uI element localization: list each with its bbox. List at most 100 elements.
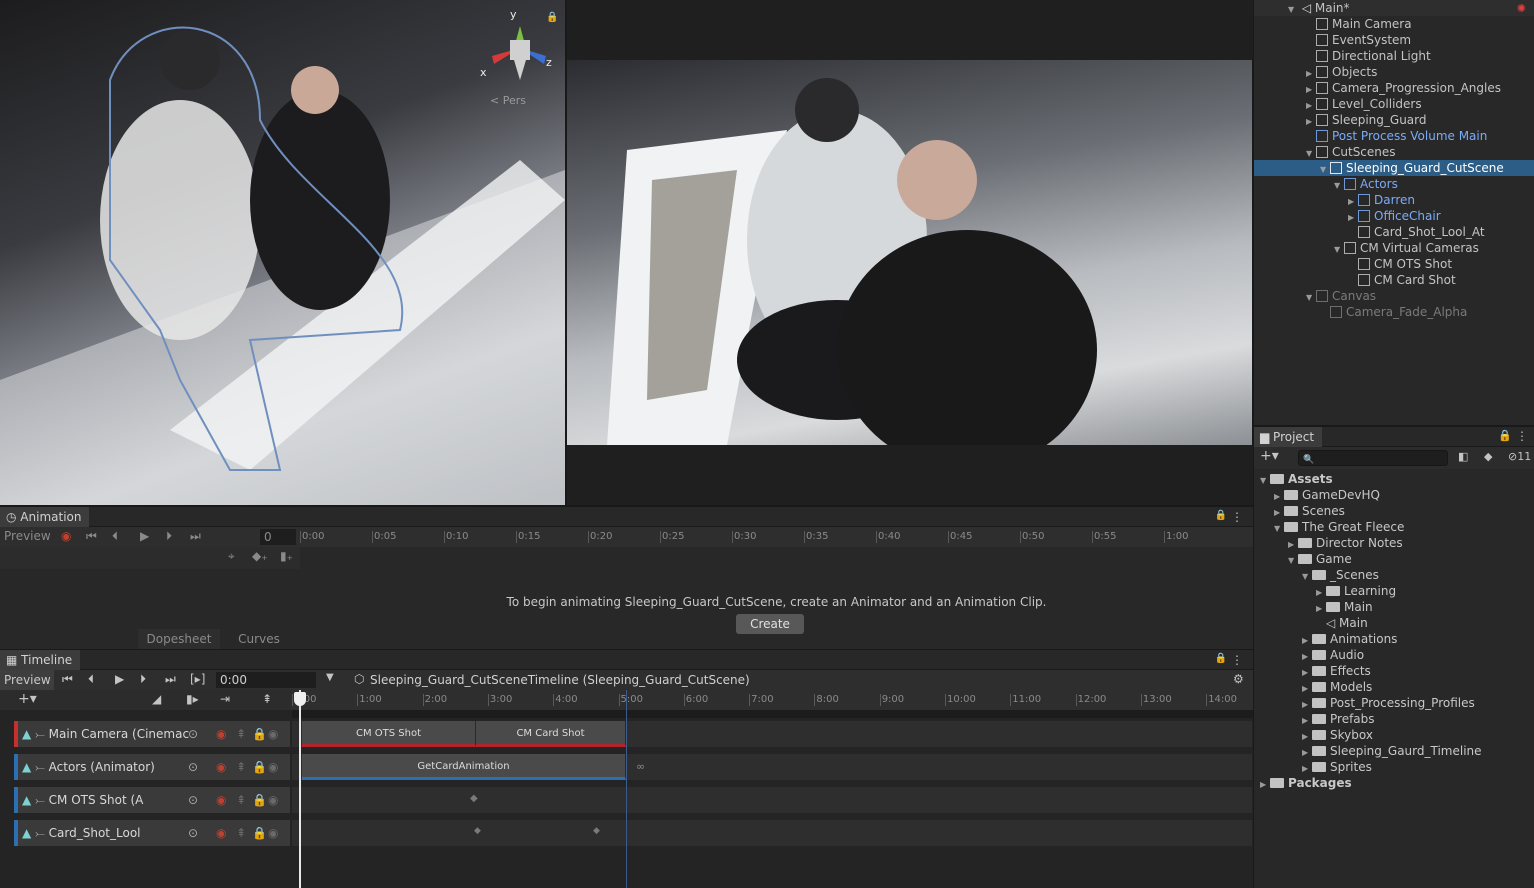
mute-eye-icon[interactable]: ◉ — [268, 754, 278, 780]
pin-icon[interactable]: ⇞ — [236, 820, 246, 846]
project-item[interactable]: ▶ Packages — [1254, 775, 1352, 791]
hierarchy-item[interactable]: ▼ Canvas — [1254, 288, 1534, 304]
hierarchy-item[interactable]: Post Process Volume Main — [1254, 128, 1534, 144]
create-button[interactable]: Create — [736, 614, 804, 634]
project-item[interactable]: ◁ Main — [1254, 615, 1368, 631]
project-search-input[interactable]: 🔍 — [1298, 450, 1448, 466]
play-range-button[interactable]: [▸] — [190, 672, 205, 686]
project-item[interactable]: ▶ Scenes — [1254, 503, 1345, 519]
mute-eye-icon[interactable]: ◉ — [268, 787, 278, 813]
track-menu-icon[interactable]: ⋮ — [286, 754, 290, 780]
add-event-icon[interactable]: ▮₊ — [280, 549, 293, 563]
lock-icon[interactable]: 🔒 — [1498, 429, 1512, 442]
clip-cm-card-shot[interactable]: CM Card Shot — [476, 721, 626, 747]
scene-gizmo[interactable]: y x z 🔒 — [480, 8, 560, 88]
mute-eye-icon[interactable]: ◉ — [268, 820, 278, 846]
last-key-button[interactable]: ⏭ — [190, 529, 201, 544]
project-item[interactable]: ▼ The Great Fleece — [1254, 519, 1404, 535]
project-item[interactable]: ▶ Models — [1254, 679, 1372, 695]
tab-dopesheet[interactable]: Dopesheet — [138, 629, 220, 649]
project-item[interactable]: ▶ Sleeping_Gaurd_Timeline — [1254, 743, 1482, 759]
scene-view[interactable]: y x z 🔒 < Pers — [0, 0, 565, 505]
pin-icon[interactable]: ⇞ — [236, 721, 246, 747]
hierarchy-item[interactable]: Directional Light — [1254, 48, 1534, 64]
lock-icon[interactable]: 🔒 — [252, 721, 267, 747]
project-item[interactable]: ▶ Skybox — [1254, 727, 1373, 743]
lock-icon[interactable]: 🔒 — [1215, 510, 1227, 521]
project-item[interactable]: ▶ Post_Processing_Profiles — [1254, 695, 1475, 711]
keyframe-icon[interactable]: ◆ — [593, 826, 600, 836]
record-icon[interactable]: ◉ — [216, 787, 226, 813]
markers-lane[interactable] — [292, 710, 1253, 718]
playhead-handle[interactable] — [294, 692, 306, 706]
settings-gear-icon[interactable]: ⚙ — [1233, 672, 1244, 686]
clip-get-card-animation[interactable]: GetCardAnimation — [302, 754, 626, 780]
filter-by-label-icon[interactable]: ◆ — [1484, 450, 1492, 463]
record-icon[interactable]: ◉ — [216, 820, 226, 846]
pin-icon[interactable]: ⇞ — [236, 787, 246, 813]
lock-icon[interactable]: 🔒 — [252, 754, 267, 780]
tab-animation[interactable]: ◷ Animation — [0, 507, 90, 527]
keyframe-icon[interactable]: ◆ — [474, 826, 481, 836]
playhead[interactable] — [299, 690, 301, 888]
hierarchy-item[interactable]: Camera_Fade_Alpha — [1254, 304, 1534, 320]
hierarchy-item[interactable]: ▼ CM Virtual Cameras — [1254, 240, 1534, 256]
project-item[interactable]: ▶ Audio — [1254, 647, 1364, 663]
target-picker-icon[interactable]: ⊙ — [188, 721, 198, 747]
keyframe-icon[interactable]: ◆ — [470, 793, 478, 804]
project-item[interactable]: ▼ _Scenes — [1254, 567, 1379, 583]
track-menu-icon[interactable]: ⋮ — [286, 820, 290, 846]
hierarchy-item[interactable]: ▼ Actors — [1254, 176, 1534, 192]
tab-curves[interactable]: Curves — [220, 629, 298, 649]
hierarchy-item[interactable]: ▼ Sleeping_Guard_CutScene — [1254, 160, 1534, 176]
target-picker-icon[interactable]: ⊙ — [188, 820, 198, 846]
record-button[interactable]: ◉ — [61, 529, 71, 543]
clip-cm-ots-shot[interactable]: CM OTS Shot — [302, 721, 476, 747]
track-header[interactable]: ▲⤚ Card_Shot_Lool⊙◉⇞🔒◉⋮ — [14, 820, 290, 846]
timeline-ruler[interactable]: 0:001:002:003:004:005:006:007:008:009:00… — [292, 690, 1253, 710]
next-frame-button[interactable]: ⏵ — [140, 672, 146, 687]
ripple-mode-icon[interactable]: ▮▸ — [186, 692, 199, 706]
hierarchy-item[interactable]: ▼ CutScenes — [1254, 144, 1534, 160]
expand-arrow-icon[interactable]: ▶ — [1260, 777, 1270, 793]
target-picker-icon[interactable]: ⊙ — [188, 787, 198, 813]
project-item[interactable]: ▶ Main — [1254, 599, 1373, 615]
hidden-packages-icon[interactable]: ⊘11 — [1508, 450, 1531, 463]
track-header[interactable]: ▲⤚ Main Camera (Cinemac⊙◉⇞🔒◉⋮ — [14, 721, 290, 747]
prev-frame-button[interactable]: ⏴ — [88, 672, 94, 687]
tab-project[interactable]: ▆ Project — [1254, 427, 1323, 447]
track-header[interactable]: ▲⤚ Actors (Animator)⊙◉⇞🔒◉⋮ — [14, 754, 290, 780]
record-icon[interactable]: ◉ — [216, 721, 226, 747]
hierarchy-item[interactable]: CM OTS Shot — [1254, 256, 1534, 272]
lock-icon[interactable]: 🔒 — [252, 787, 267, 813]
next-key-button[interactable]: ⏵ — [166, 529, 172, 544]
track-lane[interactable] — [292, 820, 1252, 846]
go-to-end-button[interactable]: ⏭ — [165, 672, 176, 687]
pin-icon[interactable]: ⇞ — [262, 692, 272, 706]
time-format-dropdown-icon[interactable]: ▼ — [326, 672, 334, 683]
record-icon[interactable]: ◉ — [216, 754, 226, 780]
kebab-menu-icon[interactable]: ⋮ — [1516, 429, 1528, 443]
bug-icon[interactable]: ✺ — [1517, 2, 1526, 15]
tab-timeline[interactable]: ▦ Timeline — [0, 650, 81, 670]
first-key-button[interactable]: ⏮ — [86, 529, 97, 544]
kebab-menu-icon[interactable]: ⋮ — [1231, 653, 1243, 667]
project-item[interactable]: ▶ Learning — [1254, 583, 1396, 599]
hierarchy-item[interactable]: ▶ Sleeping_Guard — [1254, 112, 1534, 128]
prev-key-button[interactable]: ⏴ — [112, 529, 118, 544]
track-lane[interactable] — [292, 787, 1252, 813]
lock-icon[interactable]: 🔒 — [546, 12, 558, 23]
project-item[interactable]: ▶ Prefabs — [1254, 711, 1375, 727]
hierarchy-item[interactable]: Main Camera — [1254, 16, 1534, 32]
perspective-label[interactable]: < Pers — [490, 94, 526, 107]
project-item[interactable]: ▶ Director Notes — [1254, 535, 1403, 551]
play-button[interactable]: ▶ — [115, 672, 124, 686]
kebab-menu-icon[interactable]: ⋮ — [1231, 510, 1243, 524]
project-item[interactable]: ▶ Effects — [1254, 663, 1371, 679]
play-button[interactable]: ▶ — [140, 529, 149, 543]
hierarchy-item[interactable]: ▶ OfficeChair — [1254, 208, 1534, 224]
clip-edit-mode-icon[interactable]: ◢ — [152, 692, 161, 706]
hierarchy-item[interactable]: Card_Shot_Lool_At — [1254, 224, 1534, 240]
animation-ruler[interactable]: 0:00 0:05 0:10 0:15 0:20 0:25 0:30 0:35 0:40 0:45… — [300, 527, 1253, 547]
time-field[interactable]: 0:00 — [216, 672, 316, 688]
